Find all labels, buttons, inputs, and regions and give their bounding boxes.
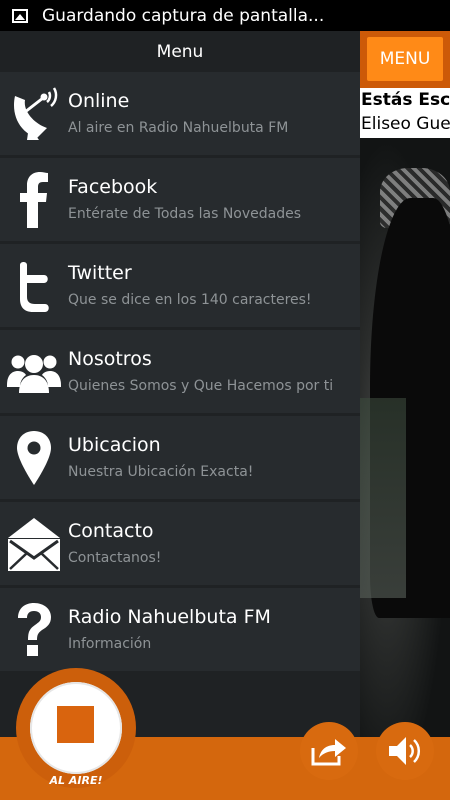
- now-playing-bar: Estás Escu Eliseo Gue: [360, 88, 450, 138]
- twitter-icon: [0, 244, 68, 327]
- envelope-icon: [0, 502, 68, 585]
- question-mark-icon: [0, 588, 68, 671]
- drawer-item-subtitle: Quienes Somos y Que Hacemos por ti: [68, 378, 334, 394]
- drawer-item-title: Twitter: [68, 262, 132, 284]
- drawer-item-title: Facebook: [68, 176, 158, 198]
- facebook-icon: [0, 158, 68, 241]
- screenshot-notification-icon: [12, 8, 28, 23]
- location-pin-icon: [0, 416, 68, 499]
- app-header: MENU: [360, 31, 450, 88]
- drawer-item-online[interactable]: Online Al aire en Radio Nahuelbuta FM: [0, 72, 360, 155]
- navigation-drawer: Menu Online Al aire en Radio Nahuelbuta …: [0, 31, 360, 737]
- drawer-item-subtitle: Información: [68, 636, 152, 652]
- drawer-item-ubicacion[interactable]: Ubicacion Nuestra Ubicación Exacta!: [0, 416, 360, 499]
- artist-photo: [360, 138, 450, 737]
- background-screen: MENU Estás Escu Eliseo Gue: [360, 31, 450, 737]
- share-icon: [311, 739, 346, 766]
- drawer-item-subtitle: Entérate de Todas las Novedades: [68, 206, 302, 222]
- volume-icon: [389, 737, 421, 765]
- share-button[interactable]: [300, 722, 358, 780]
- drawer-item-contacto[interactable]: Contacto Contactanos!: [0, 502, 360, 585]
- photo-background-detail: [360, 398, 406, 598]
- drawer-title: Menu: [0, 31, 360, 72]
- drawer-item-subtitle: Contactanos!: [68, 550, 162, 566]
- drawer-item-radio-info[interactable]: Radio Nahuelbuta FM Información: [0, 588, 360, 671]
- drawer-item-nosotros[interactable]: Nosotros Quienes Somos y Que Hacemos por…: [0, 330, 360, 413]
- stop-icon: [57, 706, 94, 743]
- volume-button[interactable]: [376, 722, 434, 780]
- drawer-item-facebook[interactable]: Facebook Entérate de Todas las Novedades: [0, 158, 360, 241]
- now-playing-artist: Eliseo Gue: [361, 114, 450, 134]
- app-screen: Guardando captura de pantalla... MENU Es…: [0, 0, 450, 800]
- group-icon: [0, 330, 68, 413]
- drawer-item-twitter[interactable]: Twitter Que se dice en los 140 caractere…: [0, 244, 360, 327]
- drawer-item-title: Ubicacion: [68, 434, 161, 456]
- drawer-item-subtitle: Nuestra Ubicación Exacta!: [68, 464, 254, 480]
- drawer-item-subtitle: Al aire en Radio Nahuelbuta FM: [68, 120, 289, 136]
- status-bar: Guardando captura de pantalla...: [0, 0, 450, 31]
- live-label: AL AIRE!: [49, 774, 103, 787]
- menu-button[interactable]: MENU: [367, 37, 443, 81]
- drawer-item-subtitle: Que se dice en los 140 caracteres!: [68, 292, 312, 308]
- satellite-dish-icon: [0, 72, 68, 155]
- now-playing-label: Estás Escu: [361, 90, 450, 110]
- drawer-item-title: Contacto: [68, 520, 154, 542]
- status-notification-text: Guardando captura de pantalla...: [42, 5, 325, 26]
- drawer-item-title: Nosotros: [68, 348, 152, 370]
- drawer-item-title: Radio Nahuelbuta FM: [68, 606, 271, 628]
- drawer-item-title: Online: [68, 90, 130, 112]
